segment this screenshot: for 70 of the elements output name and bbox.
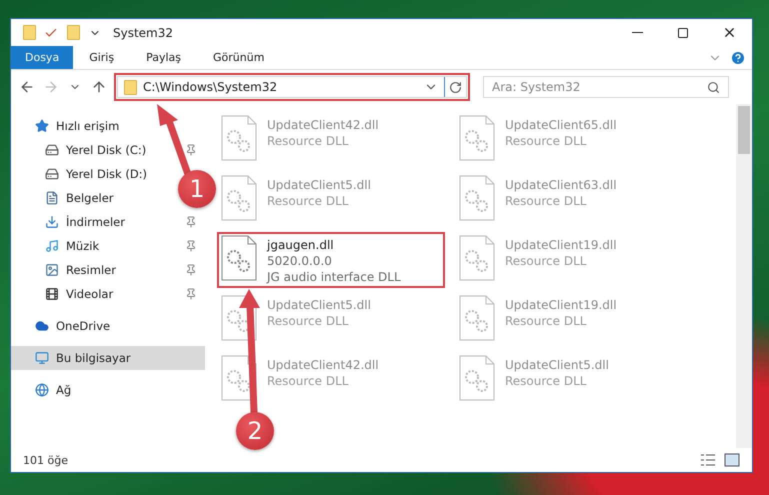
file-detail: Resource DLL [267, 313, 350, 329]
star-icon [35, 119, 49, 133]
maximize-icon [677, 26, 689, 38]
nav-item[interactable]: Ağ [35, 378, 76, 402]
file-detail: Resource DLL [505, 253, 588, 269]
file-name: UpdateClient5.dll [505, 357, 609, 373]
cloud-icon [35, 319, 49, 333]
help-icon[interactable] [730, 50, 746, 66]
ribbon-tab[interactable]: Görünüm [197, 46, 280, 69]
nav-item[interactable]: OneDrive [35, 314, 114, 338]
dll-file-icon [459, 295, 495, 341]
file-detail: Resource DLL [267, 193, 350, 209]
file-name: UpdateClient19.dll [505, 297, 617, 313]
dll-file-icon [459, 115, 495, 161]
drive-icon [45, 143, 59, 157]
file-detail: 5020.0.0.0 [267, 253, 333, 269]
file-detail: Resource DLL [505, 373, 588, 389]
video-icon [45, 287, 59, 301]
file-detail: Resource DLL [267, 373, 350, 389]
nav-item[interactable]: Resimler [45, 258, 120, 282]
nav-item[interactable]: Bu bilgisayar [11, 346, 205, 370]
picture-icon [45, 263, 59, 277]
file-name: jgaugen.dll [267, 237, 335, 253]
folder-icon [124, 80, 137, 94]
file-name: UpdateClient42.dll [267, 117, 379, 133]
scrollbar[interactable] [736, 104, 752, 448]
file-detail: Resource DLL [505, 193, 588, 209]
ribbon-tab[interactable]: Dosya [11, 46, 74, 69]
large-icons-view-icon[interactable] [724, 453, 740, 467]
file-detail: JG audio interface DLL [267, 269, 401, 285]
file-name: UpdateClient63.dll [505, 177, 617, 193]
minimize-icon [632, 32, 642, 33]
address-field[interactable]: C:\Windows\System32 [117, 76, 467, 98]
download-icon [45, 215, 59, 229]
computer-icon [35, 351, 49, 365]
file-name: UpdateClient42.dll [267, 357, 379, 373]
nav-item[interactable]: Yerel Disk (C:) [45, 138, 150, 162]
file-detail: Resource DLL [267, 133, 350, 149]
file-detail: Resource DLL [505, 313, 588, 329]
drive-icon [45, 167, 59, 181]
search-field[interactable]: Ara: System32 [483, 76, 729, 98]
item-count: 101 öğe [23, 454, 68, 466]
ribbon-tab[interactable]: Paylaş [130, 46, 197, 69]
nav-item[interactable]: Belgeler [45, 186, 118, 210]
file-name: UpdateClient19.dll [505, 237, 617, 253]
nav-item[interactable]: Hızlı erişim [35, 114, 124, 138]
nav-item[interactable]: Videolar [45, 282, 118, 306]
document-icon [45, 191, 59, 205]
nav-item[interactable]: Müzik [45, 234, 104, 258]
network-icon [35, 383, 49, 397]
nav-item[interactable]: İndirmeler [45, 210, 129, 234]
dll-file-icon [221, 175, 257, 221]
dll-file-icon [459, 355, 495, 401]
file-name: UpdateClient65.dll [505, 117, 617, 133]
details-view-icon[interactable] [700, 453, 716, 467]
file-item[interactable]: jgaugen.dll 5020.0.0.0 JG audio interface DLL [217, 232, 445, 288]
music-icon [45, 239, 59, 253]
address-text: C:\Windows\System32 [143, 80, 278, 94]
dll-file-icon [221, 115, 257, 161]
refresh-icon[interactable] [449, 80, 462, 94]
file-detail: Resource DLL [505, 133, 588, 149]
dll-file-icon [459, 235, 495, 281]
dll-file-icon [221, 235, 257, 281]
window-title: System32 [113, 26, 174, 40]
ribbon-tab[interactable]: Giriş [73, 46, 130, 69]
dll-file-icon [459, 175, 495, 221]
file-name: UpdateClient5.dll [267, 177, 371, 193]
nav-item[interactable]: Yerel Disk (D:) [45, 162, 152, 186]
search-icon [707, 80, 720, 94]
file-name: UpdateClient5.dll [267, 297, 371, 313]
